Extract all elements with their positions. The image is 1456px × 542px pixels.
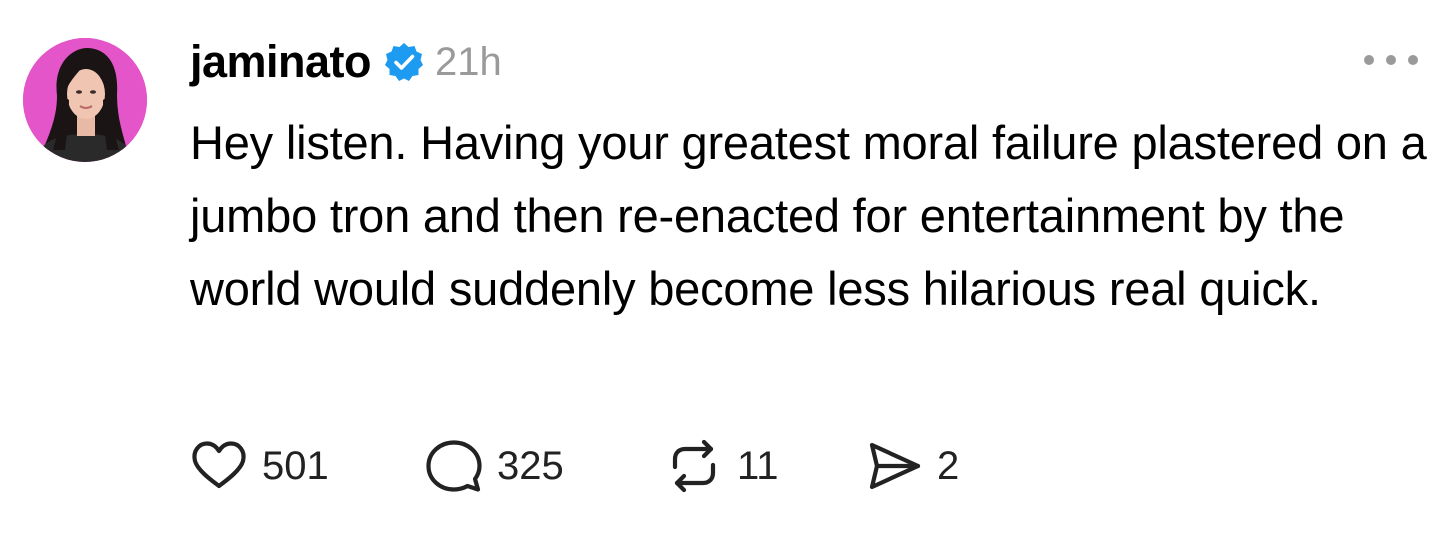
like-button[interactable]: 501 (190, 437, 425, 495)
post-timestamp[interactable]: 21h (435, 40, 502, 85)
send-icon (865, 437, 923, 495)
post-body: Hey listen. Having your greatest moral f… (190, 116, 1427, 315)
repost-count: 11 (737, 443, 779, 488)
avatar[interactable] (23, 38, 147, 162)
share-count: 2 (937, 443, 960, 488)
post-header: jaminato 21h (190, 30, 502, 94)
reply-count: 325 (497, 443, 564, 488)
more-dot (1408, 55, 1418, 65)
share-button[interactable]: 2 (865, 437, 959, 495)
repost-button[interactable]: 11 (665, 437, 865, 495)
repost-arrows-icon (665, 437, 723, 495)
post-card: jaminato 21h Hey listen. Having your gre… (0, 0, 1456, 542)
reply-button[interactable]: 325 (425, 437, 665, 495)
more-options-icon[interactable] (1364, 48, 1418, 72)
verified-badge-icon (383, 41, 425, 83)
post-actions: 501 325 11 2 (190, 436, 959, 496)
heart-icon (190, 437, 248, 495)
avatar-image (23, 38, 147, 162)
like-count: 501 (262, 443, 329, 488)
speech-bubble-icon (425, 437, 483, 495)
more-dot (1364, 55, 1374, 65)
more-dot (1386, 55, 1396, 65)
username[interactable]: jaminato (190, 36, 372, 88)
